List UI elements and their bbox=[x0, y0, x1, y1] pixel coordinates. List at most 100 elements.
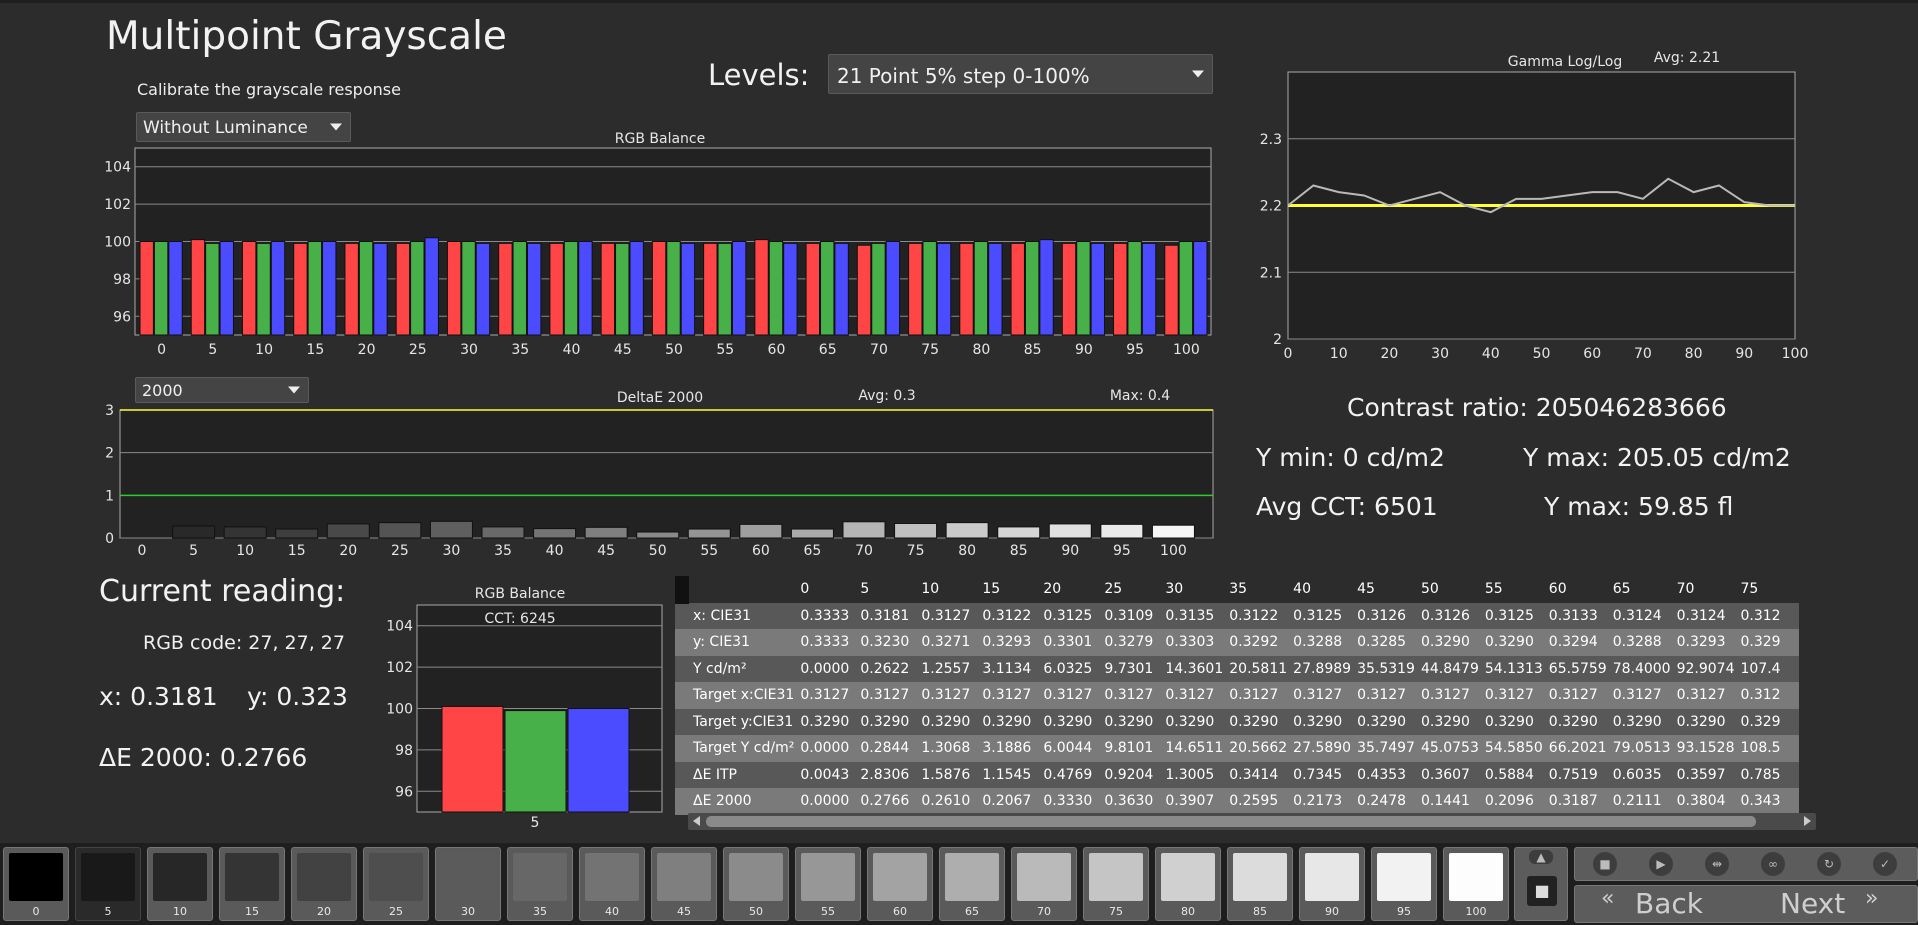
table-cell: 20.5811 bbox=[1226, 655, 1291, 682]
patch-10[interactable]: 10 bbox=[147, 847, 213, 921]
rgb-x-tick: 25 bbox=[409, 342, 427, 358]
next-button[interactable]: Next bbox=[1780, 887, 1845, 920]
scroll-left-icon[interactable] bbox=[693, 816, 700, 826]
patch-90[interactable]: 90 bbox=[1299, 847, 1365, 921]
deltae-x-tick: 50 bbox=[649, 543, 667, 559]
table-row[interactable]: Target x:CIE31 0.3127 0.3127 0.3127 0.3127 0.… bbox=[675, 682, 1799, 709]
table-row[interactable]: ΔE ITP 0.0043 2.8306 1.5876 1.1545 0.4769 0.92… bbox=[675, 761, 1799, 788]
rgb-bar bbox=[410, 241, 425, 336]
deltae-bar bbox=[894, 522, 938, 539]
table-column-header: 30 bbox=[1162, 576, 1227, 603]
play-icon[interactable]: ▶ bbox=[1649, 852, 1673, 876]
loop-icon[interactable]: ∞ bbox=[1761, 852, 1785, 876]
patch-45[interactable]: 45 bbox=[651, 847, 717, 921]
current-deltae: ΔE 2000: 0.2766 bbox=[99, 743, 308, 772]
back-arrow-icon[interactable]: « bbox=[1601, 886, 1614, 911]
gamma-x-tick: 30 bbox=[1431, 346, 1449, 362]
table-cell: 35.7497 bbox=[1354, 735, 1418, 762]
table-row[interactable]: Y cd/m² 0.0000 0.2622 1.2557 3.1134 6.0325 9.7… bbox=[675, 655, 1799, 682]
table-cell: 0.329 bbox=[1737, 708, 1799, 735]
patch-85[interactable]: 85 bbox=[1227, 847, 1293, 921]
patch-60[interactable]: 60 bbox=[867, 847, 933, 921]
table-row[interactable]: Target Y cd/m² 0.0000 0.2844 1.3068 3.1886 6.… bbox=[675, 735, 1799, 762]
step-icon[interactable]: ⇹ bbox=[1705, 852, 1729, 876]
table-cell: 0.3333 bbox=[797, 602, 858, 629]
levels-select[interactable]: 21 Point 5% step 0-100% bbox=[828, 54, 1213, 94]
table-column-header: 5 bbox=[857, 576, 919, 603]
current-y-tick: 104 bbox=[386, 619, 413, 635]
table-scrollbar[interactable] bbox=[688, 813, 1816, 830]
patch-5[interactable]: 5 bbox=[75, 847, 141, 921]
patch-25[interactable]: 25 bbox=[363, 847, 429, 921]
refresh-icon[interactable]: ↻ bbox=[1817, 852, 1841, 876]
table-cell: 1.2557 bbox=[918, 655, 980, 682]
patch-55[interactable]: 55 bbox=[795, 847, 861, 921]
chevron-up-icon[interactable]: ▲ bbox=[1529, 850, 1553, 864]
rgb-bar bbox=[424, 237, 439, 336]
rgb-x-tick: 80 bbox=[973, 342, 991, 358]
gamma-chart: Gamma Log/Log Avg: 2.21 2.3 2.2 2.1 2 0 10 20… bbox=[1260, 50, 1809, 362]
deltae-x-tick: 55 bbox=[700, 543, 718, 559]
current-reading-title: Current reading: bbox=[99, 574, 346, 609]
patch-swatch bbox=[1305, 853, 1359, 901]
patch-15[interactable]: 15 bbox=[219, 847, 285, 921]
rgb-bar bbox=[344, 242, 359, 336]
deltae-x-tick: 15 bbox=[288, 543, 306, 559]
patch-75[interactable]: 75 bbox=[1083, 847, 1149, 921]
table-cell: 0.3290 bbox=[1290, 708, 1355, 735]
patch-swatch bbox=[369, 853, 423, 901]
rgb-bar bbox=[139, 241, 154, 336]
back-button[interactable]: Back bbox=[1635, 887, 1703, 920]
table-cell: 0.4353 bbox=[1354, 761, 1418, 788]
rgb-bar bbox=[988, 242, 1003, 336]
table-row[interactable]: Target y:CIE31 0.3290 0.3290 0.3290 0.3290 0.… bbox=[675, 708, 1799, 735]
patch-0[interactable]: 0 bbox=[3, 847, 69, 921]
table-row[interactable]: y: CIE31 0.3333 0.3230 0.3271 0.3293 0.3301 0.… bbox=[675, 629, 1799, 656]
deltae-x-tick: 20 bbox=[339, 543, 357, 559]
gamma-x-tick: 60 bbox=[1583, 346, 1601, 362]
rgb-bar bbox=[834, 242, 849, 336]
deltae-bar bbox=[1151, 524, 1195, 539]
rgb-bar bbox=[395, 242, 411, 336]
check-icon[interactable]: ✓ bbox=[1873, 852, 1897, 876]
stop-icon[interactable]: ■ bbox=[1527, 876, 1557, 906]
patch-swatch bbox=[945, 853, 999, 901]
patch-30[interactable]: 30 bbox=[435, 847, 501, 921]
patch-35[interactable]: 35 bbox=[507, 847, 573, 921]
deltae-bar bbox=[1048, 523, 1092, 539]
scroll-thumb[interactable] bbox=[706, 816, 1756, 827]
deltae-avg: Avg: 0.3 bbox=[858, 388, 915, 404]
measurement-table[interactable]: 0 5 10 15 20 25 30 35 40 45 50 55 60 65 70 75 x: CIE31 0… bbox=[675, 576, 1815, 830]
current-bar bbox=[441, 705, 504, 813]
patch-20[interactable]: 20 bbox=[291, 847, 357, 921]
patch-80[interactable]: 80 bbox=[1155, 847, 1221, 921]
table-column-header: 35 bbox=[1226, 576, 1291, 603]
rgb-bar bbox=[1193, 241, 1208, 336]
deltae-bar bbox=[429, 520, 473, 539]
gamma-x-tick: 40 bbox=[1482, 346, 1500, 362]
rgb-x-tick: 55 bbox=[716, 342, 734, 358]
scroll-right-icon[interactable] bbox=[1804, 816, 1811, 826]
rgb-code: RGB code: 27, 27, 27 bbox=[143, 632, 345, 654]
table-cell: 78.4000 bbox=[1609, 655, 1674, 682]
patch-40[interactable]: 40 bbox=[579, 847, 645, 921]
next-arrow-icon[interactable]: » bbox=[1865, 886, 1878, 911]
patch-100[interactable]: 100 bbox=[1443, 847, 1509, 921]
patch-50[interactable]: 50 bbox=[723, 847, 789, 921]
rgb-bar bbox=[512, 241, 527, 336]
gamma-x-tick: 90 bbox=[1735, 346, 1753, 362]
gamma-x-tick: 50 bbox=[1533, 346, 1551, 362]
patch-70[interactable]: 70 bbox=[1011, 847, 1077, 921]
app-root: Multipoint Grayscale Calibrate the grays… bbox=[0, 0, 1918, 925]
rgb-x-tick: 15 bbox=[306, 342, 324, 358]
deltae-bar bbox=[378, 522, 422, 539]
patch-label: 30 bbox=[461, 905, 475, 918]
patch-95[interactable]: 95 bbox=[1371, 847, 1437, 921]
measure-control[interactable]: ▲ ■ bbox=[1514, 847, 1568, 921]
patch-label: 15 bbox=[245, 905, 259, 918]
table-row[interactable]: ΔE 2000 0.0000 0.2766 0.2610 0.2067 0.3330 0.3… bbox=[675, 788, 1799, 815]
table-cell: 0.3127 bbox=[1101, 682, 1163, 709]
patch-65[interactable]: 65 bbox=[939, 847, 1005, 921]
stop-icon[interactable]: ■ bbox=[1593, 852, 1617, 876]
table-row[interactable]: x: CIE31 0.3333 0.3181 0.3127 0.3122 0.3125 0.… bbox=[675, 602, 1799, 629]
